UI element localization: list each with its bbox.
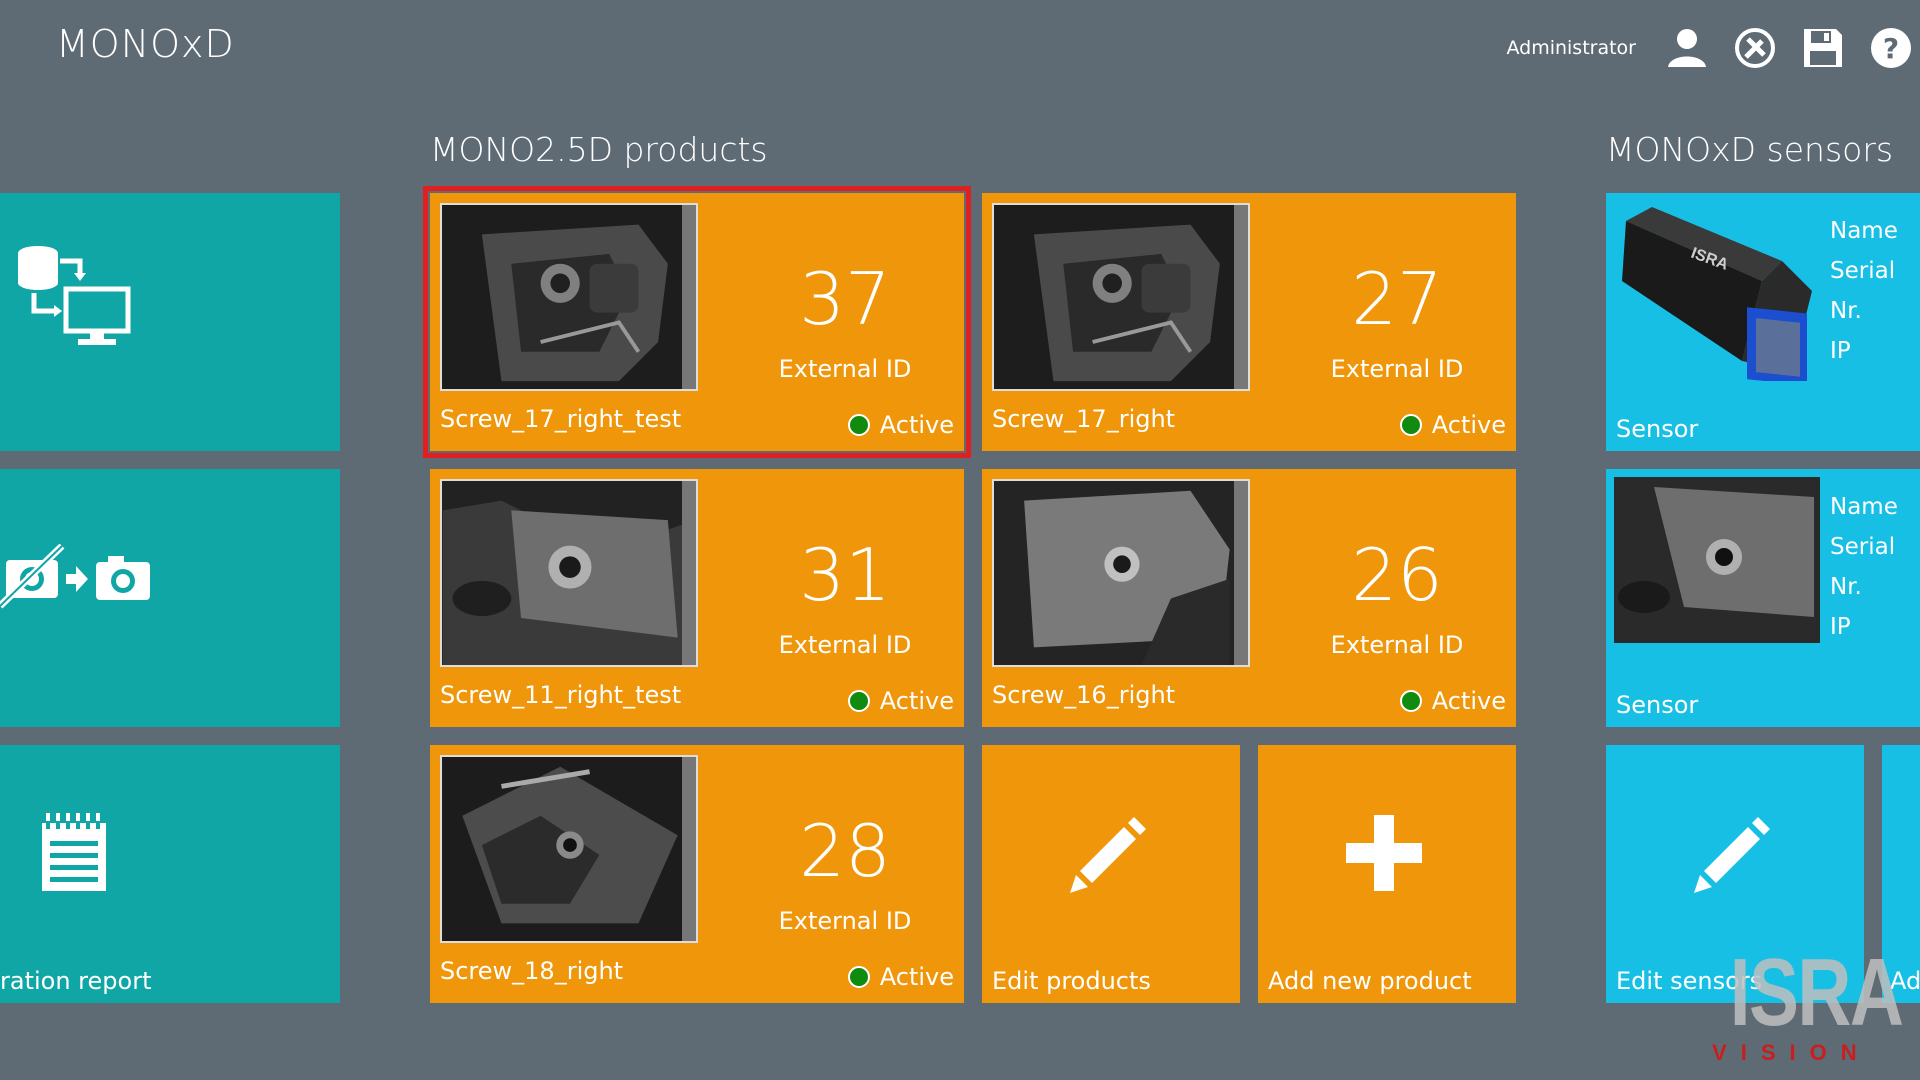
product-status: Active	[847, 963, 954, 991]
product-thumbnail	[992, 203, 1250, 391]
save-icon[interactable]	[1798, 23, 1848, 73]
sensor-device-image: ISRA	[1622, 207, 1812, 381]
product-number: 28	[799, 809, 891, 893]
header-toolbar: Administrator ?	[1506, 18, 1920, 78]
product-status: Active	[1399, 687, 1506, 715]
product-thumbnail	[440, 479, 698, 667]
sensor-ip-label: IP	[1830, 338, 1851, 364]
camera-replace-tile[interactable]	[0, 469, 340, 727]
product-tile[interactable]: 31 External ID Screw_11_right_test Activ…	[430, 469, 964, 727]
isra-vision-logo: ISRA VISION	[1681, 938, 1904, 1066]
status-text: Active	[1431, 411, 1506, 439]
pencil-icon	[1070, 817, 1146, 893]
product-name: Screw_17_right_test	[440, 405, 682, 433]
status-dot	[847, 966, 870, 988]
product-thumbnail	[440, 755, 698, 943]
plus-icon	[1346, 815, 1422, 891]
edit-products-label: Edit products	[992, 967, 1151, 995]
data-transfer-icon	[18, 246, 131, 345]
product-number: 27	[1351, 257, 1443, 341]
tools-icon[interactable]	[1730, 23, 1780, 73]
sensor-serial-label: Serial Nr.	[1830, 534, 1896, 600]
product-tile[interactable]: 28 External ID Screw_18_right Active	[430, 745, 964, 1003]
sensor-properties: Name Serial Nr. IP	[1830, 487, 1920, 647]
product-number: 31	[799, 533, 891, 617]
product-tile[interactable]: 26 External ID Screw_16_right Active	[982, 469, 1516, 727]
sensor-name-label: Name	[1830, 494, 1898, 520]
external-id-label: External ID	[1330, 631, 1464, 659]
user-icon[interactable]	[1662, 23, 1712, 73]
external-id-label: External ID	[778, 631, 912, 659]
status-text: Active	[879, 687, 954, 715]
product-status: Active	[847, 687, 954, 715]
sensor-label: Sensor	[1616, 691, 1699, 719]
product-status: Active	[1399, 411, 1506, 439]
external-id-label: External ID	[778, 907, 912, 935]
products-title: MONO2.5D products	[430, 130, 768, 169]
product-thumbnail	[440, 203, 698, 391]
product-name: Screw_17_right	[992, 405, 1176, 433]
report-icon	[42, 813, 106, 891]
external-id-label: External ID	[778, 355, 912, 383]
product-name: Screw_16_right	[992, 681, 1176, 709]
svg-text:?: ?	[1883, 32, 1899, 65]
product-number: 26	[1351, 533, 1443, 617]
report-label: ration report	[0, 967, 152, 995]
status-text: Active	[879, 963, 954, 991]
sensor-tile[interactable]: ISRA Name Serial Nr. IP Sensor	[1606, 193, 1920, 451]
product-name: Screw_18_right	[440, 957, 624, 985]
product-status: Active	[847, 411, 954, 439]
app-title: MONOxD	[56, 22, 235, 66]
product-name: Screw_11_right_test	[440, 681, 682, 709]
status-dot	[847, 690, 870, 712]
status-dot	[1399, 414, 1422, 436]
add-product-label: Add new product	[1268, 967, 1472, 995]
sensor-ip-label: IP	[1830, 614, 1851, 640]
external-id-label: External ID	[1330, 355, 1464, 383]
sensors-title: MONOxD sensors	[1606, 130, 1894, 169]
product-thumbnail	[992, 479, 1250, 667]
logo-main-text: ISRA	[1729, 938, 1903, 1046]
add-product-tile[interactable]: Add new product	[1258, 745, 1516, 1003]
sensor-serial-label: Serial Nr.	[1830, 258, 1896, 324]
camera-replace-icon	[0, 544, 150, 609]
sensor-properties: Name Serial Nr. IP	[1830, 211, 1920, 371]
edit-products-tile[interactable]: Edit products	[982, 745, 1240, 1003]
product-tile[interactable]: 27 External ID Screw_17_right Active	[982, 193, 1516, 451]
report-tile[interactable]: ration report	[0, 745, 340, 1003]
sensor-preview-image	[1614, 477, 1820, 643]
product-number: 37	[799, 257, 891, 341]
sensor-tile[interactable]: Name Serial Nr. IP Sensor	[1606, 469, 1920, 727]
data-transfer-tile[interactable]	[0, 193, 340, 451]
help-icon[interactable]: ?	[1866, 23, 1916, 73]
current-user: Administrator	[1506, 37, 1636, 59]
status-text: Active	[1431, 687, 1506, 715]
sensor-label: Sensor	[1616, 415, 1699, 443]
sensor-name-label: Name	[1830, 218, 1898, 244]
pencil-icon	[1694, 817, 1770, 893]
status-dot	[847, 414, 870, 436]
status-text: Active	[879, 411, 954, 439]
product-tile[interactable]: 37 External ID Screw_17_right_test Activ…	[423, 186, 971, 458]
status-dot	[1399, 690, 1422, 712]
